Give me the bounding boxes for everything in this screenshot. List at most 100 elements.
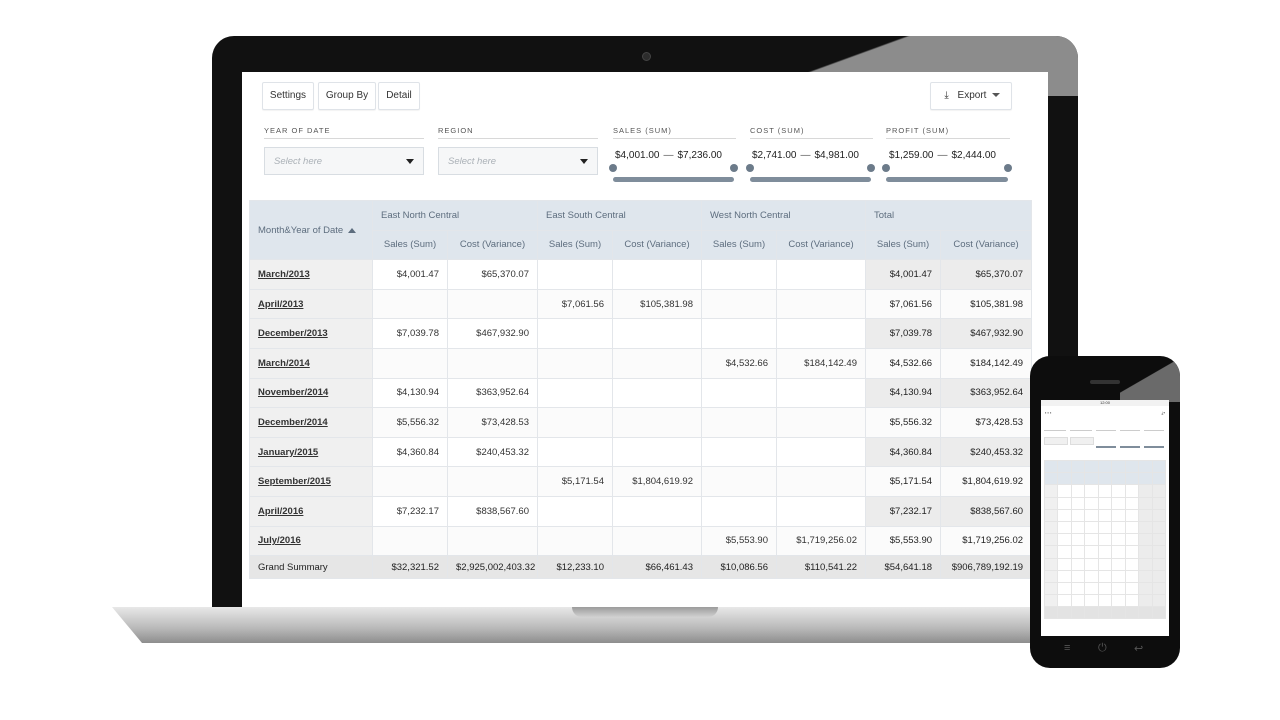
sort-ascending-icon[interactable] — [348, 227, 357, 233]
column-header-region[interactable]: East South Central — [537, 200, 702, 231]
cost-slider-track[interactable] — [750, 177, 871, 182]
table-cell: $73,428.53 — [447, 407, 538, 438]
cost-slider-min-handle[interactable] — [746, 164, 754, 172]
row-label[interactable]: July/2016 — [249, 525, 373, 557]
column-header-measure[interactable]: Sales (Sum) — [701, 229, 777, 261]
table-row: December/2014 $5,556.32 $73,428.53 $5,55… — [249, 407, 1033, 438]
phone-export-button[interactable]: ⤓▾ — [1162, 410, 1165, 415]
row-label-link[interactable]: December/2014 — [258, 417, 328, 428]
row-label-link[interactable]: January/2015 — [258, 447, 318, 458]
row-label-link[interactable]: April/2016 — [258, 506, 303, 517]
sales-slider-min-handle[interactable] — [609, 164, 617, 172]
row-label[interactable]: March/2014 — [249, 347, 373, 379]
phone-screen: 12:00 ▪ ▪ ▪ ⤓▾ — [1041, 400, 1169, 636]
grand-summary-cell: $2,925,002,403.32 — [447, 555, 538, 580]
row-label[interactable]: January/2015 — [249, 436, 373, 468]
table-cell — [372, 466, 448, 497]
table-cell — [537, 259, 613, 290]
table-cell: $4,001.47 — [372, 259, 448, 290]
row-label-link[interactable]: December/2013 — [258, 328, 328, 339]
column-header-measure[interactable]: Sales (Sum) — [372, 229, 448, 261]
region-filter-label: REGION — [438, 126, 474, 135]
table-row: November/2014 $4,130.94 $363,952.64 $4,1… — [249, 377, 1033, 409]
table-cell: $105,381.98 — [612, 288, 702, 320]
table-row: March/2013 $4,001.47 $65,370.07 $4,001.4… — [249, 259, 1033, 290]
group-by-button[interactable]: Group By — [318, 82, 376, 110]
row-label-link[interactable]: March/2014 — [258, 358, 310, 369]
pivot-table: Month&Year of Date East North Central Ea… — [249, 199, 1033, 580]
table-cell — [447, 525, 538, 557]
settings-button[interactable]: Settings — [262, 82, 314, 110]
divider — [264, 138, 424, 139]
column-header-measure[interactable]: Sales (Sum) — [865, 229, 942, 261]
cost-min: $2,741.00 — [752, 150, 797, 161]
table-row: September/2015 $5,171.54 $1,804,619.92 $… — [249, 466, 1033, 497]
sales-max: $7,236.00 — [677, 150, 723, 161]
back-icon[interactable]: ↩ — [1134, 642, 1143, 655]
phone-speaker — [1090, 380, 1120, 384]
row-label[interactable]: April/2013 — [249, 288, 373, 320]
grand-summary-cell: $66,461.43 — [612, 555, 702, 580]
column-header-measure[interactable]: Cost (Variance) — [940, 229, 1033, 261]
row-header-month-year[interactable]: Month&Year of Date — [249, 199, 373, 261]
table-cell: $7,039.78 — [372, 318, 448, 349]
table-cell — [775, 407, 867, 438]
year-select-placeholder: Select here — [274, 156, 323, 167]
table-cell — [372, 525, 448, 557]
table-cell — [447, 347, 538, 379]
row-label[interactable]: November/2014 — [249, 377, 373, 409]
total-cell: $65,370.07 — [940, 259, 1033, 290]
power-icon[interactable]: ⏻ — [1098, 642, 1107, 655]
column-header-measure[interactable]: Cost (Variance) — [775, 229, 867, 261]
table-cell — [775, 495, 867, 527]
table-cell: $467,932.90 — [447, 318, 538, 349]
column-header-measure[interactable]: Sales (Sum) — [537, 229, 613, 261]
cost-slider-max-handle[interactable] — [867, 164, 875, 172]
profit-slider-track[interactable] — [886, 177, 1008, 182]
table-cell: $7,061.56 — [537, 288, 613, 320]
total-cell: $5,556.32 — [865, 407, 942, 438]
table-cell — [612, 407, 702, 438]
webcam — [642, 52, 651, 61]
detail-button[interactable]: Detail — [378, 82, 420, 110]
row-label-link[interactable]: March/2013 — [258, 269, 310, 280]
total-cell: $467,932.90 — [940, 318, 1033, 349]
column-header-region[interactable]: West North Central — [700, 200, 867, 231]
row-label-link[interactable]: July/2016 — [258, 535, 301, 546]
export-label: Export — [957, 90, 987, 101]
laptop-screen: Settings Group By Detail ⤓ Export YEAR OF… — [242, 72, 1048, 610]
table-row: January/2015 $4,360.84 $240,453.32 $4,36… — [249, 436, 1033, 468]
row-label[interactable]: April/2016 — [249, 495, 373, 527]
column-header-region[interactable]: East North Central — [372, 200, 538, 231]
row-label-link[interactable]: November/2014 — [258, 387, 328, 398]
column-header-measure[interactable]: Cost (Variance) — [447, 229, 538, 261]
menu-icon[interactable]: ≡ — [1064, 642, 1070, 654]
chevron-down-icon — [580, 159, 588, 164]
row-label[interactable]: December/2013 — [249, 318, 373, 349]
profit-slider-max-handle[interactable] — [1004, 164, 1012, 172]
table-cell: $1,719,256.02 — [775, 525, 867, 557]
sales-slider-max-handle[interactable] — [730, 164, 738, 172]
row-label[interactable]: September/2015 — [249, 466, 373, 497]
table-cell — [447, 466, 538, 497]
divider — [438, 138, 598, 139]
sales-filter-label: SALES (SUM) — [613, 126, 672, 135]
total-cell: $5,553.90 — [865, 525, 942, 557]
year-select[interactable]: Select here — [264, 147, 424, 175]
profit-slider-min-handle[interactable] — [882, 164, 890, 172]
range-dash: — — [663, 150, 674, 161]
row-label-link[interactable]: April/2013 — [258, 299, 303, 310]
row-label-link[interactable]: September/2015 — [258, 476, 331, 487]
column-header-total[interactable]: Total — [865, 200, 1033, 231]
column-header-measure[interactable]: Cost (Variance) — [612, 229, 702, 261]
table-cell: $838,567.60 — [447, 495, 538, 527]
sales-slider-track[interactable] — [613, 177, 734, 182]
row-label[interactable]: March/2013 — [249, 259, 373, 290]
table-cell — [372, 288, 448, 320]
export-button[interactable]: ⤓ Export — [930, 82, 1012, 110]
total-cell: $4,360.84 — [865, 436, 942, 468]
total-cell: $7,039.78 — [865, 318, 942, 349]
region-select[interactable]: Select here — [438, 147, 598, 175]
total-cell: $363,952.64 — [940, 377, 1033, 409]
row-label[interactable]: December/2014 — [249, 407, 373, 438]
